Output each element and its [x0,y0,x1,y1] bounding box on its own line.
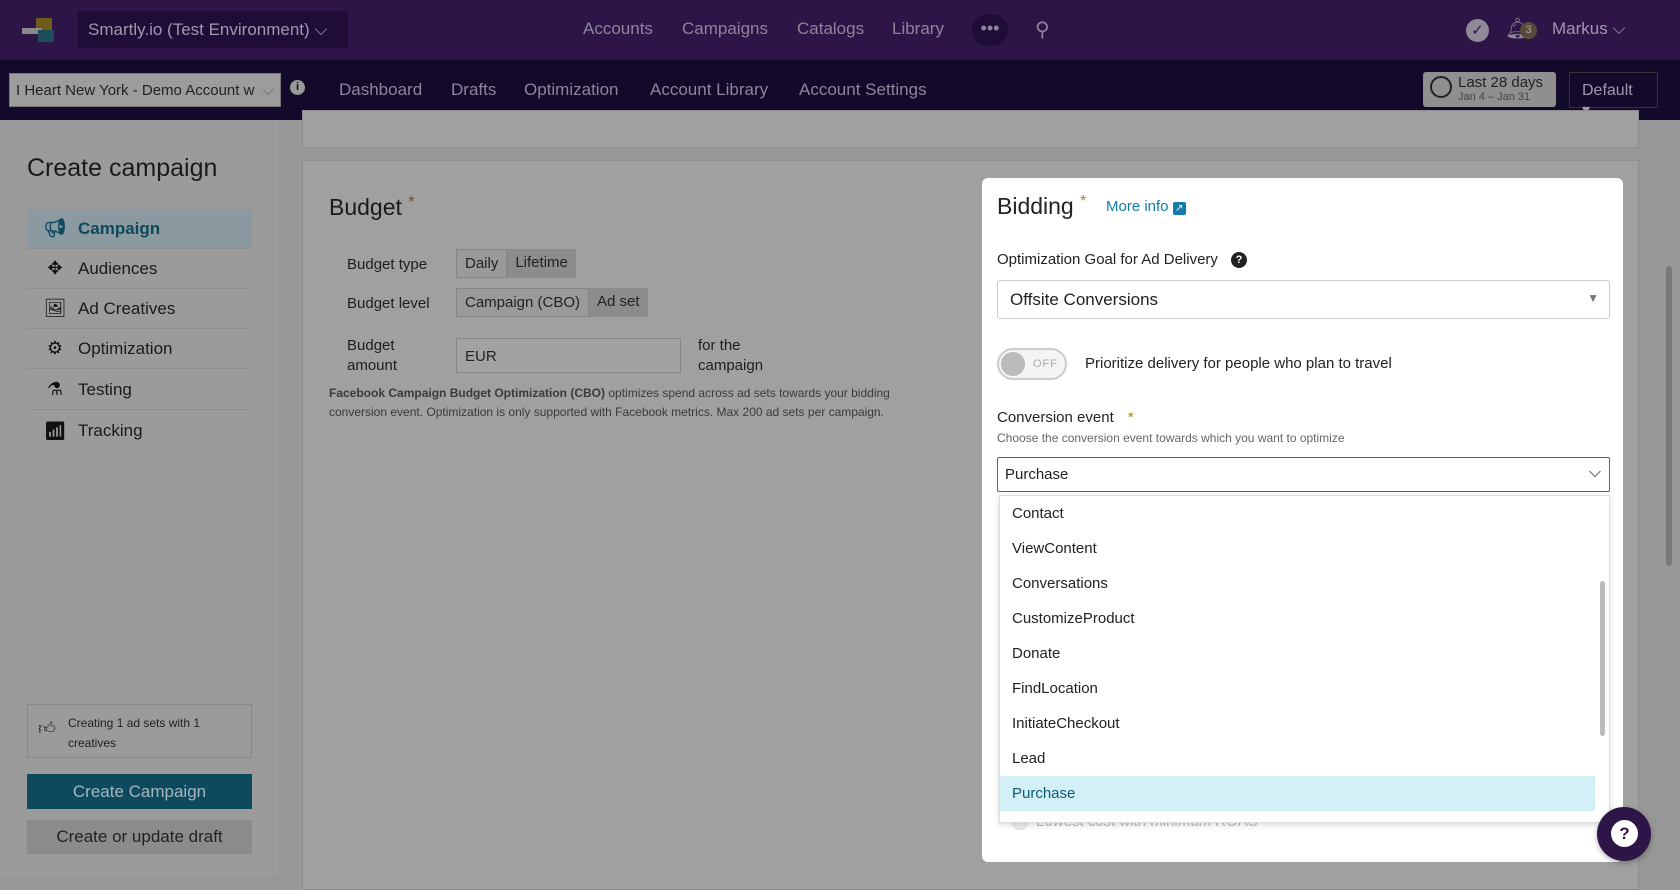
toggle-state: OFF [1033,358,1058,370]
sidebar-item-optimization[interactable]: ⚙ Optimization [27,329,252,369]
nav-campaigns[interactable]: Campaigns [682,19,768,39]
nav-accounts[interactable]: Accounts [583,19,653,39]
budget-level-cbo[interactable]: Campaign (CBO) [456,288,590,317]
budget-type-lifetime[interactable]: Lifetime [507,249,576,278]
sidebar-item-label: Tracking [78,421,143,440]
chevron-down-icon: ⌵ [314,20,328,39]
bidding-title: Bidding * [997,193,1087,219]
sidebar-item-testing[interactable]: ⚗ Testing [27,370,252,410]
option-viewcontent[interactable]: ViewContent [1000,531,1595,566]
conversion-event-dropdown: Contact ViewContent Conversations Custom… [999,495,1610,823]
chevron-down-icon: ⌵ [1588,464,1601,481]
chat-help-icon: ? [1611,820,1638,847]
currency-label: EUR [465,348,497,365]
budget-type-label: Budget type [347,256,428,273]
page-scrollbar[interactable] [1666,266,1672,566]
option-purchase[interactable]: Purchase [1000,776,1595,811]
conversion-event-select[interactable]: Purchase ⌵ [997,457,1610,492]
option-donate[interactable]: Donate [1000,636,1595,671]
budget-title: Budget * [329,194,415,220]
budget-level-label: Budget level [347,295,430,312]
budget-type-daily[interactable]: Daily [456,249,508,278]
date-range-dates: Jan 4 – Jan 31 [1458,91,1531,103]
account-selector[interactable]: I Heart New York - Demo Account w ⌵ [9,73,281,107]
budget-amount-input[interactable]: EUR [456,338,681,373]
nav-dashboard[interactable]: Dashboard [339,80,422,100]
conversion-event-value: Purchase [1005,466,1069,483]
sidebar-item-label: Optimization [78,338,173,358]
user-name: Markus [1552,19,1608,38]
search-icon[interactable]: ⚲ [1035,17,1050,42]
option-initiatecheckout[interactable]: InitiateCheckout [1000,706,1595,741]
conversion-event-help: Choose the conversion event towards whic… [997,431,1345,445]
option-lead[interactable]: Lead [1000,741,1595,776]
budget-level-toggle: Campaign (CBO) Ad set [456,288,648,317]
nav-account-settings[interactable]: Account Settings [799,80,927,100]
flask-icon: ⚗ [46,379,64,399]
sidebar-item-ad-creatives[interactable]: 🖼︎ Ad Creatives [27,289,252,329]
smartly-logo [22,18,66,42]
megaphone-icon: 📢︎ [43,218,67,238]
image-icon: 🖼︎ [43,298,67,318]
goal-select[interactable]: Offsite Conversions ▼ [997,280,1610,319]
chevron-down-icon: ⌵ [262,82,274,99]
sidebar-item-label: Testing [78,379,132,399]
sidebar-item-label: Audiences [78,258,158,278]
nav-catalogs[interactable]: Catalogs [797,19,864,39]
travel-toggle[interactable]: OFF [997,348,1067,380]
sidebar-title: Create campaign [27,154,218,182]
external-link-icon: ↗ [1172,202,1186,215]
travel-toggle-label: Prioritize delivery for people who plan … [1085,355,1392,372]
check-icon[interactable]: ✓ [1466,19,1489,42]
sidebar-item-label: Ad Creatives [78,298,176,318]
budget-amount-label: Budget amount [347,337,398,374]
sidebar-item-campaign[interactable]: 📢︎ Campaign [27,209,252,249]
sidebar-item-tracking[interactable]: 📶︎ Tracking [27,411,252,451]
help-icon[interactable]: ? [1231,252,1247,268]
nav-account-library[interactable]: Account Library [650,80,768,100]
view-selector[interactable]: Default ▾ [1569,72,1658,119]
date-range-picker[interactable]: Last 28 days Jan 4 – Jan 31 [1423,72,1556,107]
thumbs-up-icon: 👍︎ [38,719,56,738]
sidebar-item-label: Campaign [78,218,161,238]
clock-icon [1430,76,1452,98]
create-campaign-button[interactable]: Create Campaign [27,774,252,809]
gears-icon: ⚙ [46,338,64,358]
environment-selector[interactable]: Smartly.io (Test Environment) ⌵ [78,11,348,48]
create-draft-button[interactable]: Create or update draft [27,820,252,854]
nav-library[interactable]: Library [892,19,944,39]
notification-badge: 3 [1520,22,1537,39]
budget-type-toggle: Daily Lifetime [456,249,576,278]
bars-icon: 📶︎ [43,420,67,441]
conversion-event-label: Conversion event * [997,409,1134,426]
dropdown-scrollbar[interactable] [1600,581,1605,736]
sidebar-item-audiences[interactable]: ✥ Audiences [27,249,252,289]
crosshair-icon: ✥ [47,258,63,278]
goal-value: Offsite Conversions [1010,290,1159,309]
user-menu[interactable]: Markus ⌵ [1552,19,1625,39]
bidding-panel: Bidding * More info ↗ Optimization Goal … [982,178,1623,862]
date-range-label: Last 28 days [1458,74,1544,91]
option-customizeproduct[interactable]: CustomizeProduct [1000,601,1595,636]
option-contact[interactable]: Contact [1000,496,1595,531]
previous-panel [302,110,1639,148]
info-icon[interactable]: i [290,80,305,95]
option-findlocation[interactable]: FindLocation [1000,671,1595,706]
nav-optimization[interactable]: Optimization [524,80,618,100]
budget-amount-suffix: for the campaign [698,337,764,374]
more-icon[interactable]: ••• [972,14,1008,46]
more-info-link[interactable]: More info ↗ [1106,198,1186,215]
view-label: Default [1582,82,1633,99]
caret-down-icon: ▼ [1587,291,1599,305]
cbo-note: Facebook Campaign Budget Optimization (C… [329,386,890,419]
nav-drafts[interactable]: Drafts [451,80,496,100]
goal-label: Optimization Goal for Ad Delivery [997,251,1218,268]
help-chat-button[interactable]: ? [1597,807,1651,861]
campaign-summary: 👍︎ Creating 1 ad sets with 1 creatives [27,704,252,758]
environment-label: Smartly.io (Test Environment) [88,20,310,39]
summary-text: Creating 1 ad sets with 1 creatives [68,716,201,750]
option-conversations[interactable]: Conversations [1000,566,1595,601]
account-label: I Heart New York - Demo Account w [16,82,255,99]
budget-level-adset[interactable]: Ad set [589,288,648,317]
